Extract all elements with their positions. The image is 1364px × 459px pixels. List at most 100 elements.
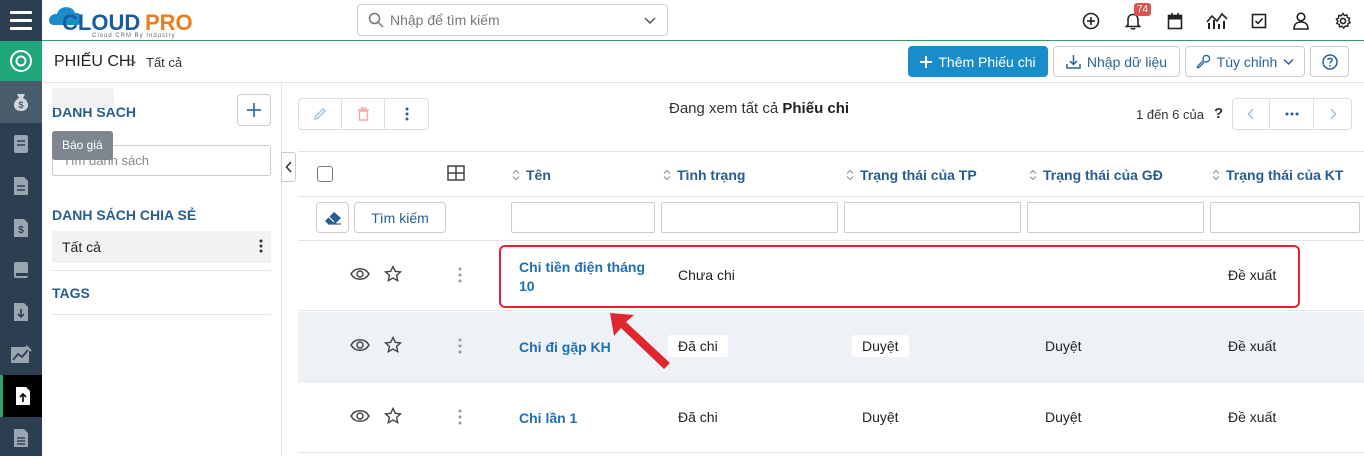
notification-badge: 74 <box>1134 3 1152 16</box>
eye-icon[interactable] <box>350 267 370 281</box>
sidebar-item-payment[interactable] <box>0 375 42 417</box>
filter-name-input[interactable] <box>511 202 655 233</box>
table-row[interactable]: Chi đi gặp KH Đã chi Duyệt Duyệt Đề xuất <box>298 312 1364 382</box>
download-document-icon <box>14 303 28 321</box>
tooltip-shadow <box>52 88 114 108</box>
settings-gear-icon[interactable] <box>1322 0 1364 41</box>
column-header-tp-status[interactable]: Trạng thái của TP <box>846 167 977 183</box>
more-actions-button[interactable] <box>385 99 428 129</box>
clear-filter-button[interactable] <box>316 202 349 233</box>
column-header-name[interactable]: Tên <box>512 167 551 183</box>
more-vertical-icon[interactable] <box>259 239 263 253</box>
report-chart-icon[interactable] <box>1196 0 1238 41</box>
highlight-box <box>499 245 1300 308</box>
star-icon[interactable] <box>384 336 402 354</box>
record-name-link[interactable]: Chi lần 1 <box>519 409 577 428</box>
customize-dropdown-button[interactable]: Tùy chỉnh <box>1185 46 1305 77</box>
notes-icon <box>14 429 28 447</box>
record-name-link[interactable]: Chi đi gặp KH <box>519 338 611 357</box>
eye-icon[interactable] <box>350 409 370 423</box>
table-header: Tên Tình trạng Trạng thái của TP Trạng t… <box>298 151 1364 197</box>
sort-icon <box>846 169 854 181</box>
add-list-button[interactable] <box>237 94 271 126</box>
shared-list-item-all[interactable]: Tất cả <box>52 231 271 263</box>
svg-text:CLOUD: CLOUD <box>62 10 140 35</box>
shared-list-heading: DANH SÁCH CHIA SẺ <box>52 207 197 223</box>
help-button[interactable] <box>1310 46 1349 77</box>
column-header-status[interactable]: Tình trạng <box>663 167 745 183</box>
sidebar-item-book[interactable] <box>0 249 42 291</box>
next-page-button[interactable] <box>1314 99 1351 129</box>
star-icon[interactable] <box>384 407 402 425</box>
star-icon[interactable] <box>384 265 402 283</box>
svg-text:Cloud CRM By Industry: Cloud CRM By Industry <box>92 33 176 39</box>
download-icon <box>1066 55 1081 69</box>
task-checkbox-icon[interactable] <box>1238 0 1280 41</box>
tags-heading: TAGS <box>52 285 90 301</box>
more-vertical-icon[interactable] <box>458 267 462 283</box>
sidebar-item-notes[interactable] <box>0 417 42 459</box>
sidebar-home[interactable] <box>0 41 42 81</box>
sidebar-item-quote[interactable] <box>0 123 42 165</box>
pagination <box>1232 98 1352 130</box>
menu-icon[interactable] <box>0 0 42 41</box>
filter-status-input[interactable] <box>661 202 838 233</box>
global-search[interactable] <box>357 4 668 36</box>
import-data-button[interactable]: Nhập dữ liệu <box>1053 46 1180 77</box>
gd-status-cell: Duyệt <box>1045 409 1082 425</box>
edit-button[interactable] <box>299 99 342 129</box>
filter-gd-status-input[interactable] <box>1027 202 1204 233</box>
more-vertical-icon[interactable] <box>458 338 462 354</box>
delete-button[interactable] <box>342 99 385 129</box>
page-jump-button[interactable] <box>1270 99 1314 129</box>
trash-icon <box>357 107 369 121</box>
customize-label: Tùy chỉnh <box>1216 53 1278 70</box>
sidebar-item-invoice[interactable] <box>0 165 42 207</box>
breadcrumb-chevron-icon: > <box>128 54 137 70</box>
chevron-right-icon <box>1329 108 1337 120</box>
eraser-icon <box>324 211 341 225</box>
column-header-kt-status[interactable]: Trạng thái của KT <box>1212 167 1343 183</box>
page-title[interactable]: PHIẾU CHI <box>54 53 135 71</box>
sidebar-item-receipt[interactable]: $ <box>0 207 42 249</box>
sidebar-item-download[interactable] <box>0 291 42 333</box>
upload-document-icon <box>15 387 30 405</box>
tp-status-cell: Duyệt <box>862 409 899 425</box>
status-cell: Đã chi <box>678 409 718 425</box>
filter-tp-status-input[interactable] <box>844 202 1021 233</box>
book-icon <box>14 262 28 278</box>
import-data-label: Nhập dữ liệu <box>1086 53 1168 70</box>
user-icon[interactable] <box>1280 0 1322 41</box>
viewing-module: Phiếu chi <box>782 100 850 117</box>
collapse-panel-button[interactable] <box>281 152 296 182</box>
logo[interactable]: CLOUD PRO Cloud CRM By Industry <box>48 3 208 39</box>
status-cell: Đã chi <box>668 335 728 357</box>
add-payment-button[interactable]: Thêm Phiếu chi <box>908 46 1048 77</box>
column-layout-icon[interactable] <box>447 165 465 181</box>
chevron-down-icon[interactable] <box>643 13 657 27</box>
notification-bell-icon[interactable]: 74 <box>1112 0 1154 41</box>
column-header-gd-status[interactable]: Trạng thái của GĐ <box>1029 167 1163 183</box>
divider <box>52 314 271 315</box>
table-row[interactable]: Chi lần 1 Đã chi Duyệt Duyệt Đề xuất <box>298 383 1364 453</box>
sort-icon <box>1212 169 1220 181</box>
global-search-input[interactable] <box>390 12 643 28</box>
add-icon[interactable] <box>1070 0 1112 41</box>
more-vertical-icon[interactable] <box>458 409 462 425</box>
select-all-checkbox[interactable] <box>317 166 333 182</box>
wrench-icon <box>1196 54 1210 69</box>
filter-kt-status-input[interactable] <box>1210 202 1360 233</box>
money-bag-icon: $ <box>13 94 29 111</box>
sidebar-item-chart[interactable] <box>0 333 42 375</box>
calendar-icon[interactable] <box>1154 0 1196 41</box>
total-count-unknown[interactable]: ? <box>1214 105 1223 122</box>
record-toolbar <box>298 98 429 130</box>
filter-search-button[interactable]: Tìm kiếm <box>354 202 446 233</box>
dollar-document-icon: $ <box>14 219 28 237</box>
chevron-left-icon <box>284 161 292 173</box>
eye-icon[interactable] <box>350 338 370 352</box>
document-icon <box>14 135 28 153</box>
prev-page-button[interactable] <box>1233 99 1270 129</box>
sidebar-item-money[interactable]: $ <box>0 81 42 123</box>
invoice-icon <box>14 177 28 195</box>
